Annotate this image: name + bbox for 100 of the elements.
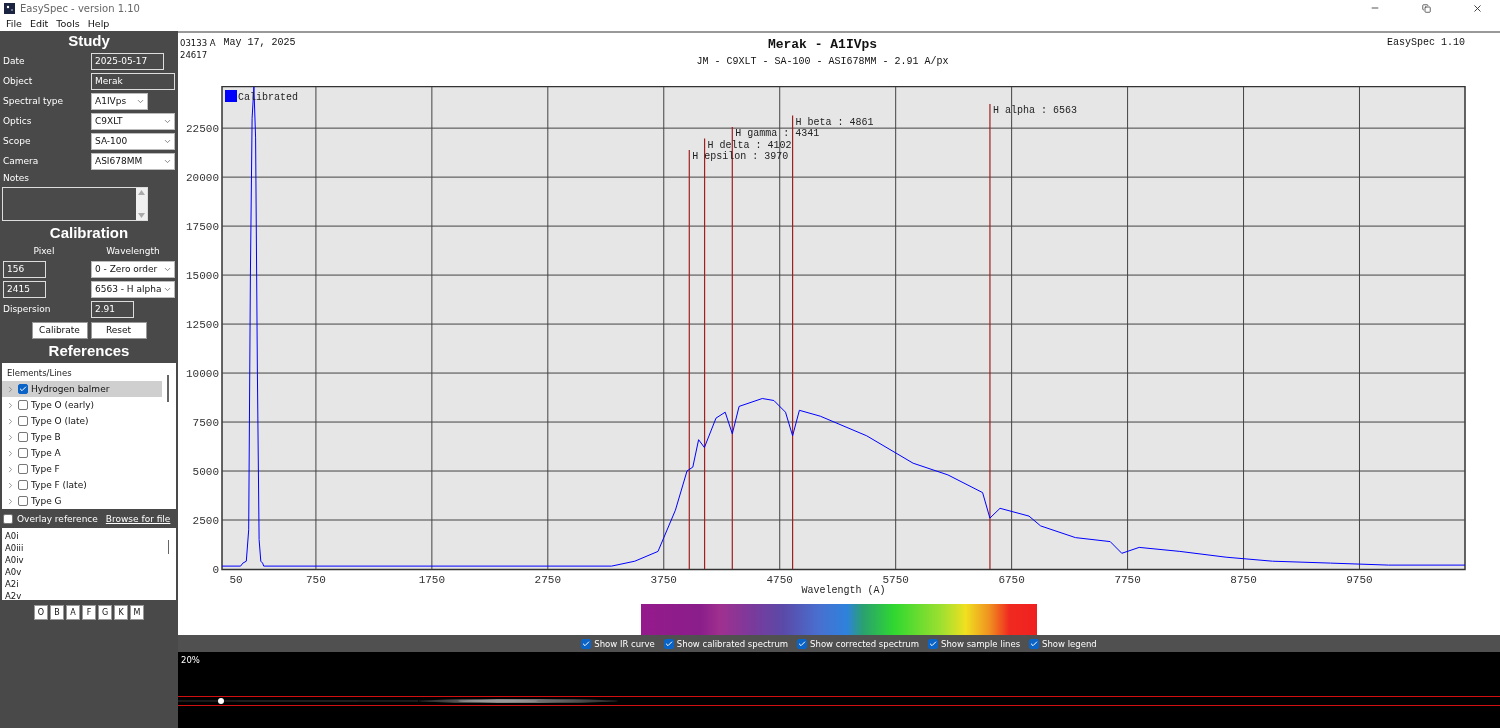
tree-item[interactable]: Type O (late) <box>2 413 162 429</box>
menu-item[interactable]: Help <box>83 16 114 31</box>
checkbox[interactable] <box>18 384 28 394</box>
tree-item[interactable]: Hydrogen balmer <box>2 381 162 397</box>
panel-button[interactable]: Calibrate <box>31 321 88 339</box>
chart-title: Merak - A1IVps <box>767 37 878 52</box>
menu-item[interactable]: File <box>2 16 26 31</box>
y-tick-label: 2500 <box>192 515 219 527</box>
tree-item[interactable]: Type F (late) <box>2 477 162 493</box>
y-tick-label: 5000 <box>192 466 219 479</box>
checkbox[interactable] <box>18 400 28 410</box>
checkbox[interactable] <box>18 416 28 426</box>
dropdown[interactable]: SA-100 <box>91 132 175 150</box>
list-item[interactable]: A2v <box>5 590 173 600</box>
checkbox[interactable] <box>18 432 28 442</box>
checkbox-label: Show IR curve <box>594 638 655 649</box>
class-button[interactable]: B <box>50 605 64 620</box>
cursor-readout: 24617 <box>180 49 209 61</box>
text-field[interactable]: 2.91 <box>91 300 134 318</box>
text-field[interactable]: 2025-05-17 <box>91 52 164 70</box>
section-heading: Calibration <box>48 223 130 243</box>
class-button[interactable]: A <box>66 605 80 620</box>
browse-link[interactable]: Browse for file <box>105 514 171 524</box>
list-item[interactable]: A0iii <box>5 542 173 554</box>
y-tick-label: 17500 <box>186 221 219 234</box>
checkbox[interactable] <box>1029 638 1040 649</box>
dropdown[interactable]: ASI678MM <box>91 152 175 170</box>
tree-item[interactable]: Type B <box>2 429 162 445</box>
panel-button[interactable]: Reset <box>90 321 147 339</box>
checkbox[interactable] <box>18 480 28 490</box>
dropdown[interactable]: 0 - Zero order <box>91 260 175 278</box>
x-tick-label: 2750 <box>534 574 562 586</box>
line-label: H gamma : 4341 <box>735 128 820 139</box>
scroll-up-icon[interactable] <box>138 190 145 195</box>
legend-swatch <box>225 90 237 102</box>
scrollbar[interactable] <box>136 188 147 220</box>
notes-field[interactable] <box>2 187 148 221</box>
section-heading: Study <box>67 31 111 51</box>
tree-item[interactable]: Type O (early) <box>2 397 162 413</box>
tree-item[interactable]: Type A <box>2 445 162 461</box>
x-tick-label: 5750 <box>882 574 909 586</box>
tree-item[interactable]: Type G <box>2 493 162 509</box>
scroll-down-icon[interactable] <box>138 213 145 218</box>
scrollbar-thumb[interactable] <box>167 375 169 402</box>
tree-item[interactable]: Type F <box>2 461 162 477</box>
dropdown[interactable]: 6563 - H alpha <box>91 280 175 298</box>
text-field[interactable]: 2415 <box>3 280 46 298</box>
list-item[interactable]: A0i <box>5 530 173 542</box>
x-tick-label: 9750 <box>1346 574 1373 586</box>
class-button[interactable]: O <box>34 605 48 620</box>
field-label: Object <box>3 76 34 86</box>
column-header: Pixel <box>32 246 56 256</box>
x-tick-label: 4750 <box>766 574 793 586</box>
checkbox[interactable] <box>663 638 674 649</box>
list-item[interactable]: A0iv <box>5 554 173 566</box>
x-tick-label: 7750 <box>1114 574 1141 586</box>
checkbox-label: Show corrected spectrum <box>810 638 920 649</box>
chart-date: May 17, 2025 <box>223 37 296 48</box>
section-heading: References <box>47 341 131 361</box>
y-tick-label: 22500 <box>186 123 219 136</box>
checkbox-label: Show calibrated spectrum <box>676 638 789 649</box>
y-tick-label: 12500 <box>186 319 219 332</box>
x-tick-label: 50 <box>229 574 243 586</box>
scrollbar-thumb[interactable] <box>168 540 169 554</box>
checkbox-label: Show sample lines <box>941 638 1021 649</box>
class-button[interactable]: M <box>130 605 144 620</box>
text-field[interactable]: 156 <box>3 260 46 278</box>
x-axis-label: Wavelength (A) <box>801 585 886 596</box>
close-icon <box>1471 2 1483 14</box>
text-field[interactable]: Merak <box>91 72 175 90</box>
field-label: Scope <box>3 136 32 146</box>
list-item[interactable]: A2i <box>5 578 173 590</box>
checkbox-label: Show legend <box>1042 638 1097 649</box>
menu-item[interactable]: Tools <box>52 16 84 31</box>
class-button[interactable]: K <box>114 605 128 620</box>
y-tick-label: 15000 <box>186 270 219 283</box>
checkbox[interactable] <box>3 514 13 524</box>
line-label: H beta : 4861 <box>795 116 874 128</box>
window-title: EasySpec - version 1.10 <box>20 2 141 14</box>
class-button[interactable]: G <box>98 605 112 620</box>
checkbox[interactable] <box>18 496 28 506</box>
checkbox[interactable] <box>18 464 28 474</box>
cursor-readout: 03133 A <box>180 37 216 49</box>
field-label: Spectral type <box>3 96 65 106</box>
list-item[interactable]: A0v <box>5 566 173 578</box>
checkbox[interactable] <box>928 638 939 649</box>
y-tick-label: 10000 <box>186 368 219 381</box>
field-label: Date <box>3 56 26 66</box>
checkbox[interactable] <box>18 448 28 458</box>
checkbox-label: Overlay reference <box>17 514 98 524</box>
chart-subtitle: JM - C9XLT - SA-100 - ASI678MM - 2.91 A/px <box>696 56 949 67</box>
menu-item[interactable]: Edit <box>25 16 53 31</box>
y-tick-label: 20000 <box>186 172 219 185</box>
checkbox[interactable] <box>581 638 592 649</box>
class-button[interactable]: F <box>82 605 96 620</box>
dropdown[interactable]: A1IVps <box>91 92 148 110</box>
checkbox[interactable] <box>797 638 808 649</box>
dropdown[interactable]: C9XLT <box>91 112 175 130</box>
x-tick-label: 750 <box>306 574 326 586</box>
field-label: Optics <box>3 116 33 126</box>
